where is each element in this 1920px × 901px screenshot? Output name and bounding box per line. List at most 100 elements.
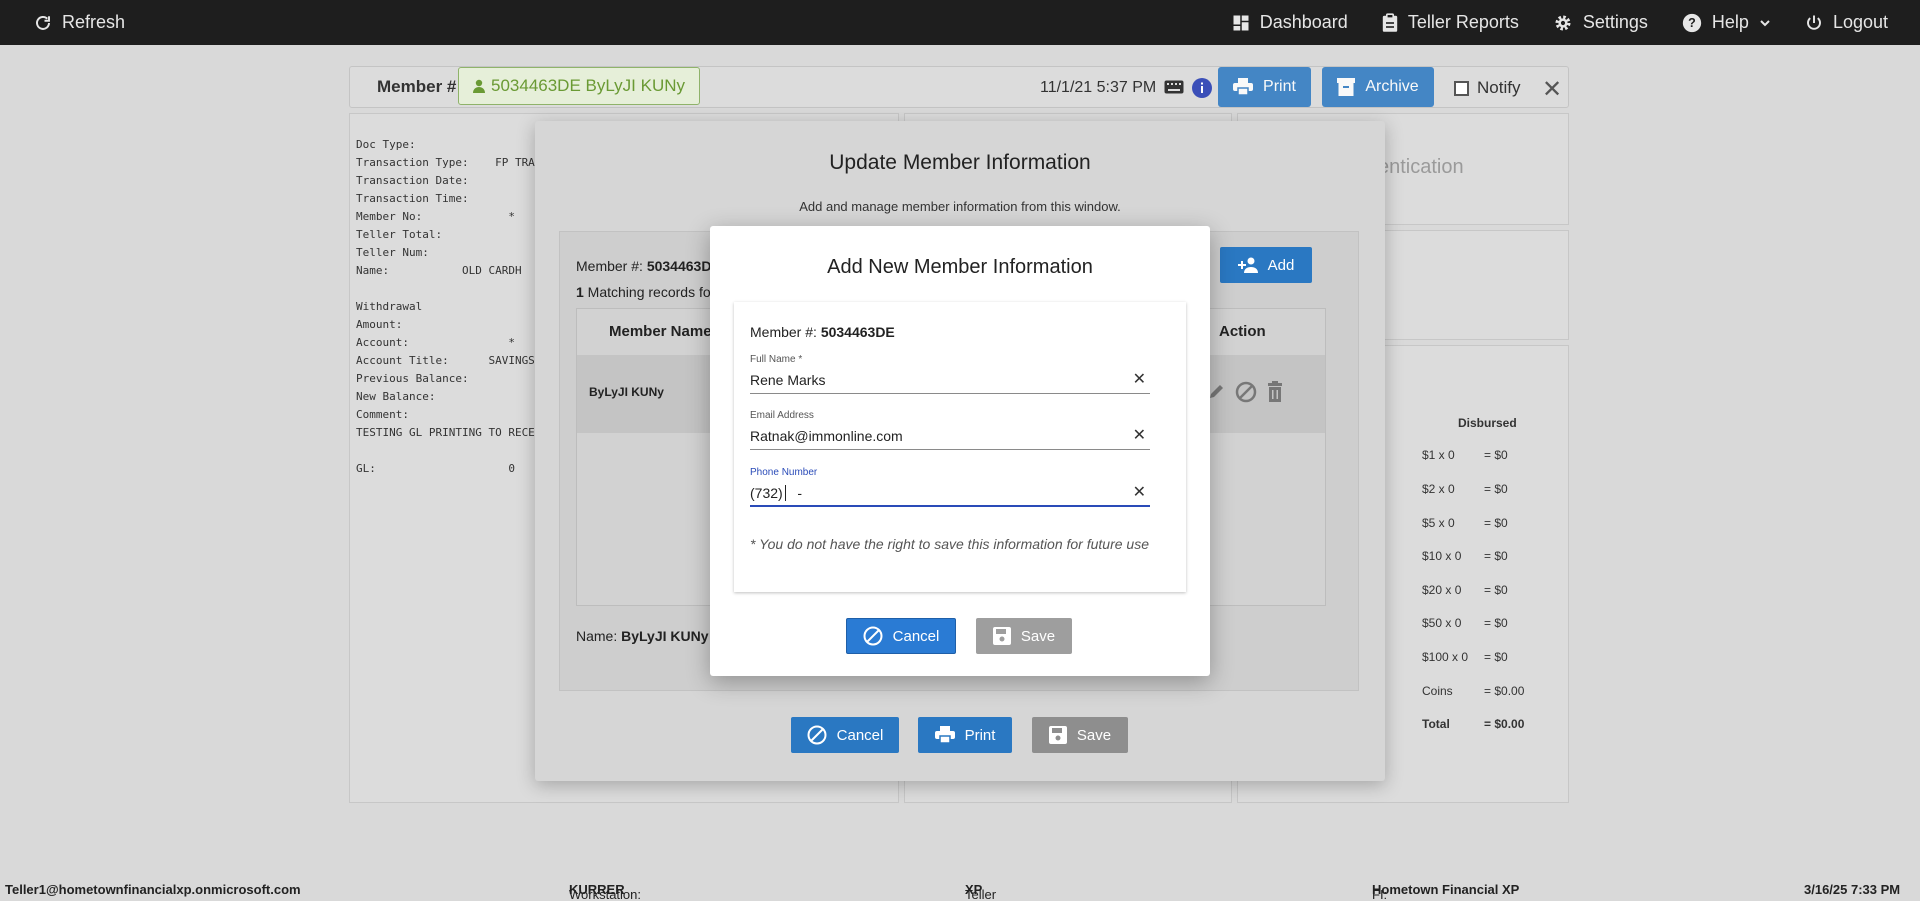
nav-logout-label: Logout [1832, 12, 1888, 32]
denomination-value: = $0 [1484, 583, 1508, 597]
save-label: Save [1020, 627, 1056, 645]
outer-cancel-button[interactable]: Cancel [791, 717, 899, 753]
denomination-label: $5 x 0 [1422, 516, 1455, 530]
member-label: Member #: [377, 77, 463, 96]
phone-mask: - [785, 485, 803, 501]
denomination-label: $100 x 0 [1422, 650, 1469, 664]
nav-menu: Dashboard Teller Reports Settings ? Help [1232, 12, 1888, 33]
clear-icon[interactable]: ✕ [1133, 482, 1146, 502]
printer-icon [1233, 78, 1254, 96]
save-icon [992, 627, 1011, 645]
total-value: = $0.00 [1484, 717, 1525, 731]
email-label: Email Address [750, 410, 814, 421]
form-member-number: Member #: 5034463DE [750, 324, 895, 340]
help-icon: ? [1682, 13, 1702, 33]
denomination-label: $1 x 0 [1422, 448, 1455, 462]
row-actions [1207, 381, 1285, 408]
info-icon[interactable] [1192, 78, 1212, 103]
authentication-title: entication [1378, 156, 1464, 178]
outer-print-button[interactable]: Print [918, 717, 1012, 753]
denomination-value: = $0 [1484, 448, 1508, 462]
nav-teller-reports[interactable]: Teller Reports [1382, 12, 1519, 33]
outer-save-label: Save [1076, 726, 1112, 744]
svg-text:?: ? [1688, 16, 1696, 30]
print-button[interactable]: Print [1218, 67, 1311, 107]
phone-label: Phone Number [750, 467, 818, 478]
member-number-value: 5034463D [646, 258, 712, 274]
refresh-label: Refresh [62, 12, 126, 32]
denomination-label: $20 x 0 [1422, 583, 1462, 597]
member-form: Member #: 5034463DE Full Name * Rene Mar… [734, 302, 1186, 592]
outer-cancel-label: Cancel [836, 726, 884, 744]
footer-datetime-value: 3/16/25 7:33 PM [1804, 882, 1901, 897]
footer-platform: Teller Platform: XP [965, 882, 996, 901]
cancel-label: Cancel [892, 627, 940, 645]
archive-button[interactable]: Archive [1322, 67, 1434, 107]
member-number-label: Member #: [576, 258, 647, 274]
phone-input[interactable]: (732) - [750, 485, 802, 501]
denomination-value: = $0 [1484, 516, 1508, 530]
ban-icon [863, 626, 883, 646]
nav-logout[interactable]: Logout [1805, 12, 1888, 33]
gear-icon [1553, 13, 1573, 33]
close-icon[interactable]: ✕ [1542, 75, 1562, 104]
checkbox-icon [1454, 80, 1469, 96]
denomination-value: = $0.00 [1484, 684, 1525, 698]
member-number-value: 5034463DE [820, 324, 895, 340]
matching-records-count: 1 Matching records fo [576, 284, 711, 300]
nav-help[interactable]: ? Help [1682, 12, 1771, 33]
printer-icon [934, 726, 955, 744]
footer-user: Teller1@hometownfinancialxp.onmicrosoft.… [5, 882, 301, 897]
denomination-label: $2 x 0 [1422, 482, 1455, 496]
disbursed-header: Disbursed [1458, 416, 1517, 430]
save-rights-note: * You do not have the right to save this… [750, 536, 1149, 552]
row-member-name: ByLyJI KUNy [589, 385, 664, 399]
add-user-icon [1237, 257, 1260, 273]
update-member-subtitle: Add and manage member information from t… [799, 199, 1121, 214]
keyboard-icon[interactable] [1164, 80, 1184, 99]
email-input[interactable]: Ratnak@immonline.com [750, 428, 903, 444]
outer-print-label: Print [964, 726, 996, 744]
full-name-field[interactable]: Full Name * Rene Marks ✕ [750, 354, 1150, 394]
clear-icon[interactable]: ✕ [1133, 425, 1146, 445]
nav-help-label: Help [1711, 12, 1749, 32]
nav-settings-label: Settings [1582, 12, 1648, 32]
top-nav-bar: Refresh Dashboard Teller Reports Setting… [0, 0, 1920, 45]
notify-label: Notify [1477, 78, 1521, 97]
power-icon [1805, 14, 1823, 32]
nav-settings[interactable]: Settings [1553, 12, 1648, 33]
add-member-modal: Add New Member Information Member #: 503… [710, 226, 1210, 676]
full-name-input[interactable]: Rene Marks [750, 372, 825, 388]
nav-dashboard[interactable]: Dashboard [1232, 12, 1348, 33]
refresh-button[interactable]: Refresh [34, 12, 125, 33]
denomination-label: $10 x 0 [1422, 549, 1462, 563]
member-chip[interactable]: 5034463DE ByLyJI KUNy [458, 67, 701, 105]
column-header-member-name[interactable]: Member Name [609, 309, 712, 354]
workstation-label: Workstation: [569, 887, 642, 901]
denomination-value: = $0 [1484, 549, 1508, 563]
save-button[interactable]: Save [976, 618, 1072, 654]
name-label: Name: [576, 628, 622, 644]
archive-icon [1337, 78, 1356, 96]
phone-field[interactable]: Phone Number (732) - ✕ [750, 467, 1150, 507]
denomination-value: = $0 [1484, 650, 1508, 664]
footer-workstation: Workstation: KURRER [569, 882, 641, 901]
cancel-button[interactable]: Cancel [846, 618, 956, 654]
add-label: Add [1267, 256, 1295, 274]
name-value: ByLyJI KUNy [621, 628, 709, 644]
edit-icon[interactable] [1207, 381, 1227, 408]
notify-checkbox[interactable]: Notify [1454, 78, 1520, 98]
phone-area-code: (732) [750, 485, 783, 501]
trash-icon[interactable] [1265, 381, 1285, 408]
outer-save-button[interactable]: Save [1032, 717, 1128, 753]
clipboard-icon [1382, 12, 1398, 33]
denomination-value: = $0 [1484, 616, 1508, 630]
email-field[interactable]: Email Address Ratnak@immonline.com ✕ [750, 410, 1150, 450]
add-member-button[interactable]: Add [1220, 247, 1312, 283]
transaction-datetime: 11/1/21 5:37 PM [1040, 79, 1157, 96]
footer-datetime: 3/16/25 7:33 PM [1804, 882, 1900, 897]
selected-member-name: Name: ByLyJI KUNy [576, 628, 709, 644]
ban-icon[interactable] [1235, 381, 1257, 408]
clear-icon[interactable]: ✕ [1133, 369, 1146, 389]
denomination-label: $50 x 0 [1422, 616, 1462, 630]
